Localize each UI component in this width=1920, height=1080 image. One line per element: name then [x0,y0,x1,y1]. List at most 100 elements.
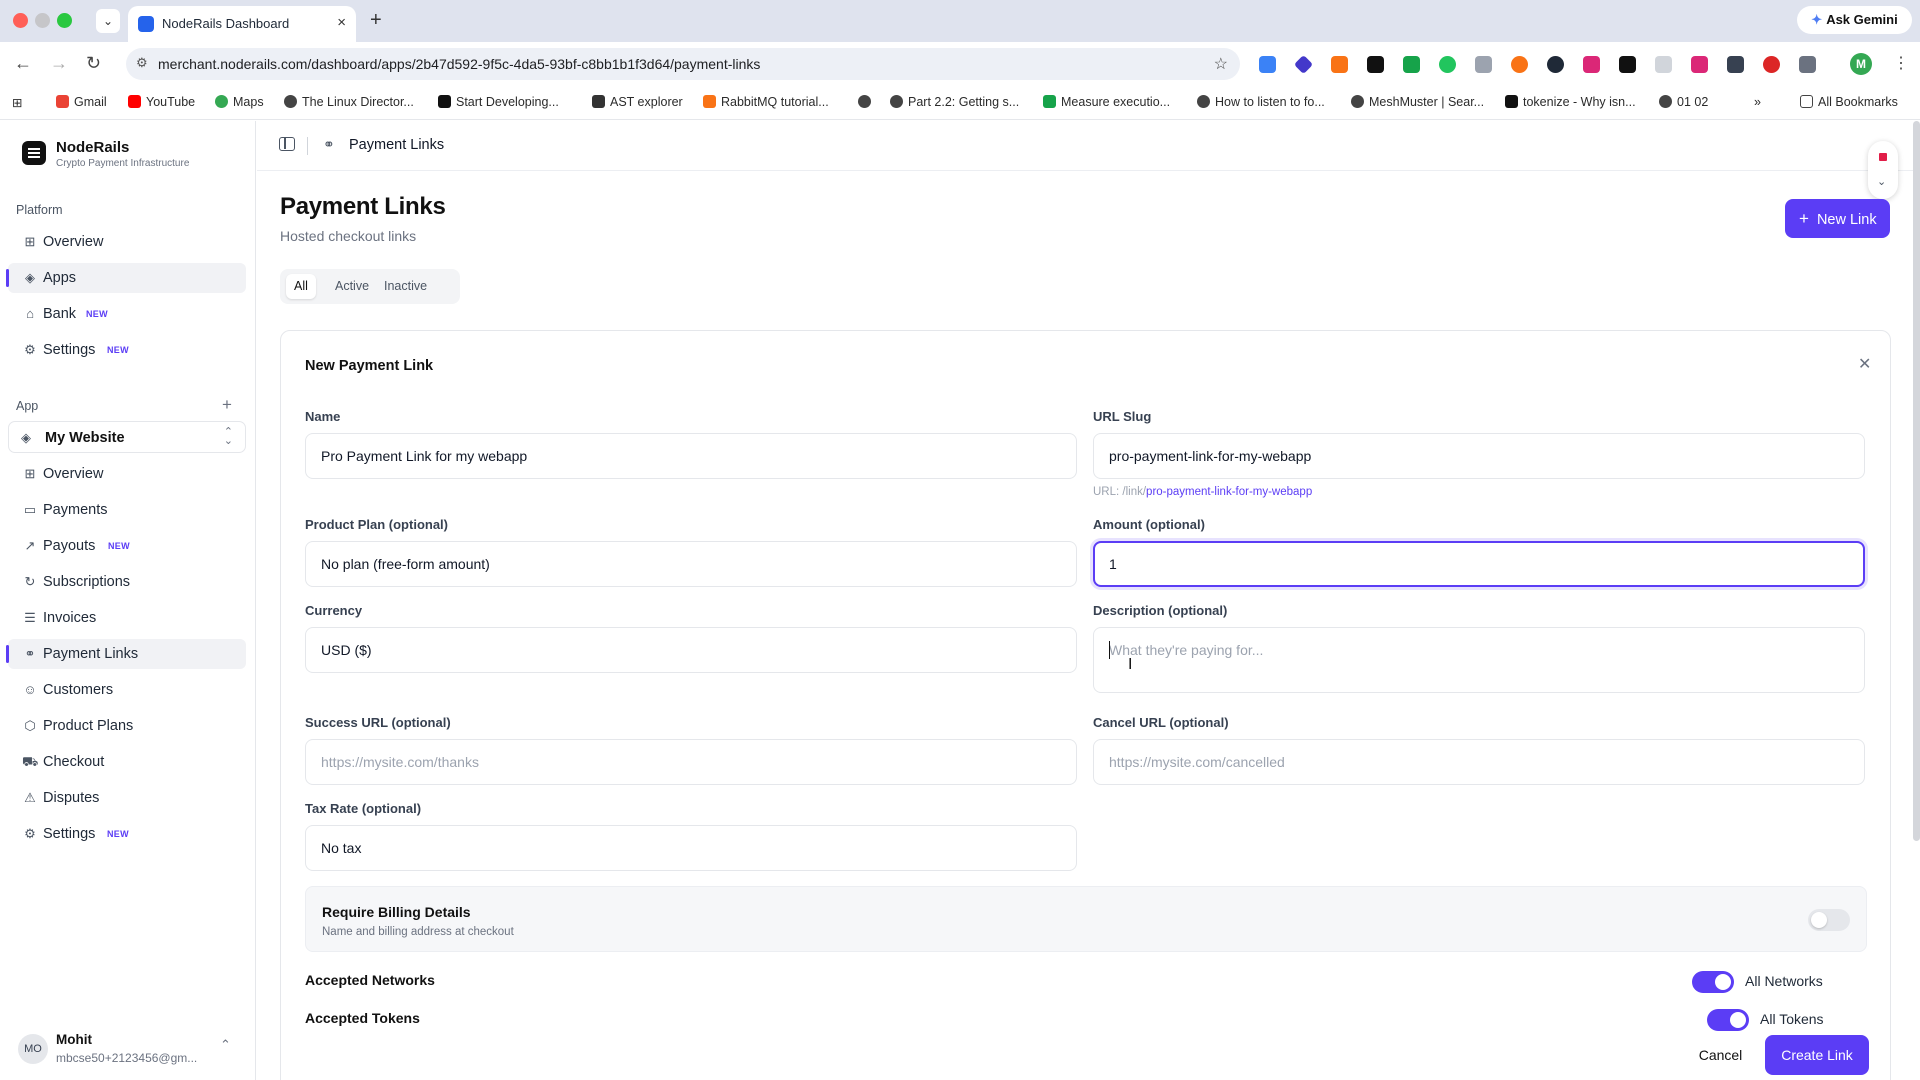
reload-icon[interactable]: ↻ [86,53,101,74]
page-scrollbar[interactable] [1913,121,1920,841]
extension-icon[interactable] [1403,56,1420,73]
tab-search-button[interactable]: ⌄ [96,9,120,33]
bookmark-item[interactable]: MeshMuster | Sear... [1351,95,1484,109]
currency-select[interactable]: USD ($) [305,627,1077,673]
cancel-button[interactable]: Cancel [1683,1037,1758,1073]
sidebar-item-subscriptions[interactable]: ↻ Subscriptions [8,567,246,597]
profile-avatar[interactable]: M [1850,53,1872,75]
extension-icon[interactable] [1367,56,1384,73]
extension-icon[interactable] [1691,56,1708,73]
name-field[interactable]: Pro Payment Link for my webapp [305,433,1077,479]
url-slug-field[interactable]: pro-payment-link-for-my-webapp [1093,433,1865,479]
bookmark-item[interactable]: 01 02 [1659,95,1708,109]
description-textarea[interactable]: What they're paying for... I [1093,627,1865,693]
address-bar[interactable]: ⚙ merchant.noderails.com/dashboard/apps/… [126,48,1240,80]
sidebar-item-bank[interactable]: ⌂ Bank NEW [8,299,246,329]
extension-icon[interactable] [1619,56,1636,73]
list-icon: ☰ [24,610,36,625]
ask-gemini-button[interactable]: ✦ Ask Gemini [1797,6,1912,34]
form-title: New Payment Link [305,358,434,374]
cancel-url-field[interactable]: https://mysite.com/cancelled [1093,739,1865,785]
user-menu[interactable]: MO Mohit mbcse50+2123456@gm... ⌃ [0,1026,256,1076]
tab-close-icon[interactable]: × [337,14,346,31]
sidebar-item-product-plans[interactable]: ⬡ Product Plans [8,711,246,741]
sidebar-item-settings[interactable]: ⚙ Settings NEW [8,335,246,365]
window-maximize-button[interactable] [57,13,72,28]
bookmark-star-icon[interactable]: ☆ [1214,54,1228,74]
apps-grid-icon[interactable]: ⊞ [12,95,22,110]
sidebar-item-disputes[interactable]: ⚠ Disputes [8,783,246,813]
all-bookmarks[interactable]: All Bookmarks [1800,95,1898,109]
window-minimize-button[interactable] [35,13,50,28]
gmail-icon [56,95,69,108]
window-close-button[interactable] [13,13,28,28]
extension-icon[interactable] [1439,56,1456,73]
add-app-icon[interactable]: + [222,395,232,415]
billing-toggle[interactable] [1808,909,1850,931]
sidebar-item-payouts[interactable]: ↗ Payouts NEW [8,531,246,561]
bookmark-item[interactable]: Measure executio... [1043,95,1170,109]
bookmark-item[interactable]: Part 2.2: Getting s... [890,95,1019,109]
create-link-button[interactable]: Create Link [1765,1035,1869,1075]
extension-icon[interactable] [1511,56,1528,73]
bookmark-item[interactable]: YouTube [128,95,195,109]
stackoverflow-icon [1505,95,1518,108]
chevron-down-icon[interactable]: ⌄ [1877,175,1886,188]
tab-inactive[interactable]: Inactive [376,274,435,299]
extension-icon[interactable] [1763,56,1780,73]
tokens-toggle[interactable] [1707,1009,1749,1031]
amount-field[interactable]: 1 [1093,541,1865,587]
new-tab-button[interactable]: + [370,9,382,32]
sidebar-item-checkout[interactable]: ⛟ Checkout [8,747,246,777]
close-icon[interactable]: ✕ [1858,354,1871,374]
tab-active[interactable]: Active [327,274,377,299]
bookmark-item[interactable]: The Linux Director... [284,95,414,109]
extension-icon[interactable] [1475,56,1492,73]
bookmarks-overflow-icon[interactable]: » [1754,95,1761,109]
sidebar-item-app-overview[interactable]: ⊞ Overview [8,459,246,489]
browser-menu-icon[interactable]: ⋮ [1893,53,1909,73]
bookmark-item[interactable]: tokenize - Why isn... [1505,95,1636,109]
sidebar-toggle-icon[interactable] [279,137,295,151]
extension-icon[interactable] [1583,56,1600,73]
bookmark-item[interactable]: How to listen to fo... [1197,95,1325,109]
stop-recording-icon[interactable] [1879,153,1887,161]
site-info-icon[interactable]: ⚙ [136,55,148,71]
forward-arrow-icon[interactable]: → [50,53,68,74]
back-arrow-icon[interactable]: ← [14,53,32,74]
tab-all[interactable]: All [286,274,316,299]
recording-widget[interactable]: ⌄ [1868,141,1898,199]
extension-icon[interactable] [1727,56,1744,73]
sidebar: NodeRails Crypto Payment Infrastructure … [0,121,256,1080]
sidebar-item-app-settings[interactable]: ⚙ Settings NEW [8,819,246,849]
bookmark-item[interactable]: Gmail [56,95,107,109]
app-selector[interactable]: ◈ My Website ⌃ ⌄ [8,421,246,453]
sidebar-item-overview[interactable]: ⊞ Overview [8,227,246,257]
globe-icon[interactable] [858,95,876,109]
extension-icon[interactable] [1547,56,1564,73]
sidebar-item-invoices[interactable]: ☰ Invoices [8,603,246,633]
bookmark-item[interactable]: Start Developing... [438,95,559,109]
browser-toolbar: ← → ↻ ⚙ merchant.noderails.com/dashboard… [0,42,1920,86]
sidebar-item-payments[interactable]: ▭ Payments [8,495,246,525]
extension-icon[interactable] [1331,56,1348,73]
sidebar-item-label: Subscriptions [43,574,131,590]
success-url-field[interactable]: https://mysite.com/thanks [305,739,1077,785]
extension-icon[interactable] [1655,56,1672,73]
new-link-button[interactable]: + New Link [1785,199,1890,238]
networks-toggle[interactable] [1692,971,1734,993]
browser-tab[interactable]: NodeRails Dashboard × [128,6,356,42]
sidebar-item-apps[interactable]: ◈ Apps [6,263,246,293]
box-icon: ⬡ [24,718,36,733]
extension-icon[interactable] [1259,56,1276,73]
extension-icon[interactable] [1293,54,1314,75]
product-plan-select[interactable]: No plan (free-form amount) [305,541,1077,587]
cancel-url-label: Cancel URL (optional) [1093,715,1229,730]
bookmark-item[interactable]: RabbitMQ tutorial... [703,95,829,109]
extensions-puzzle-icon[interactable] [1799,56,1816,73]
tax-rate-select[interactable]: No tax [305,825,1077,871]
bookmark-item[interactable]: Maps [215,95,264,109]
sidebar-item-payment-links[interactable]: ⚭ Payment Links [6,639,246,669]
bookmark-item[interactable]: AST explorer [592,95,683,109]
sidebar-item-customers[interactable]: ☺ Customers [8,675,246,705]
